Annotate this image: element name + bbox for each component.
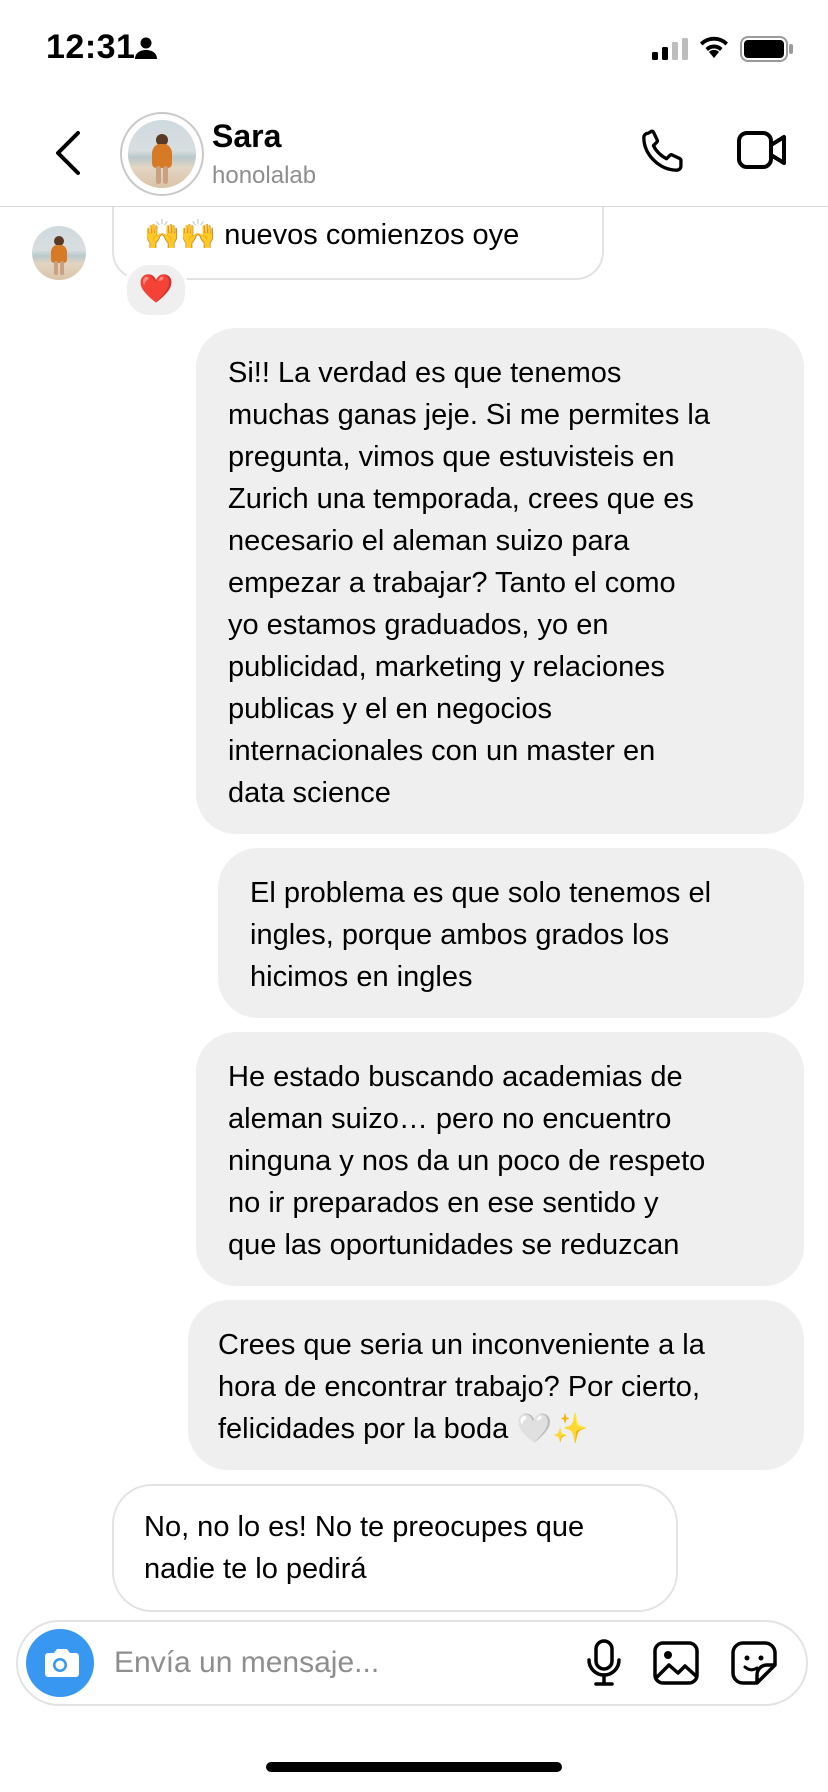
message-bubble-received[interactable]: No, no lo es! No te preocupes que nadie …	[112, 1484, 678, 1612]
chevron-left-icon[interactable]	[48, 128, 88, 178]
chat-header: Sara honolalab	[0, 100, 828, 207]
home-indicator[interactable]	[266, 1762, 562, 1772]
message-text: Si!! La verdad es que tenemos muchas gan…	[228, 357, 710, 809]
wifi-icon	[700, 36, 728, 58]
message-input[interactable]: Envía un mensaje...	[114, 1646, 379, 1680]
contact-username[interactable]: honolalab	[212, 162, 316, 190]
message-text: No, no lo es! No te preocupes que nadie …	[144, 1511, 585, 1585]
cellular-signal-icon	[652, 38, 688, 60]
status-bar: 12:31	[0, 0, 828, 100]
sticker-icon[interactable]	[730, 1640, 778, 1686]
contact-name[interactable]: Sara	[212, 118, 281, 155]
camera-button[interactable]	[26, 1629, 94, 1697]
message-bubble-sent[interactable]: Crees que seria un inconveniente a la ho…	[188, 1300, 804, 1470]
message-composer: Envía un mensaje...	[16, 1620, 808, 1706]
sender-avatar[interactable]	[32, 226, 86, 280]
person-icon	[135, 37, 157, 59]
status-time: 12:31	[46, 28, 136, 66]
heart-reaction[interactable]: ❤️	[124, 262, 188, 318]
message-bubble-sent[interactable]: El problema es que solo tenemos el ingle…	[218, 848, 804, 1018]
message-text: Crees que seria un inconveniente a la ho…	[218, 1329, 705, 1445]
message-text: 🙌🙌 nuevos comienzos oye	[144, 219, 520, 251]
battery-icon	[740, 36, 793, 62]
message-bubble-received[interactable]: 🙌🙌 nuevos comienzos oye	[112, 196, 604, 280]
contact-avatar[interactable]	[120, 112, 204, 196]
message-text: El problema es que solo tenemos el ingle…	[250, 877, 712, 993]
microphone-icon[interactable]	[584, 1638, 624, 1688]
camera-icon	[45, 1649, 79, 1677]
image-icon[interactable]	[652, 1640, 700, 1686]
phone-icon[interactable]	[638, 126, 688, 176]
message-bubble-sent[interactable]: He estado buscando academias de aleman s…	[196, 1032, 804, 1286]
message-text: He estado buscando academias de aleman s…	[228, 1061, 706, 1261]
video-camera-icon[interactable]	[736, 128, 788, 172]
message-bubble-sent[interactable]: Si!! La verdad es que tenemos muchas gan…	[196, 328, 804, 834]
